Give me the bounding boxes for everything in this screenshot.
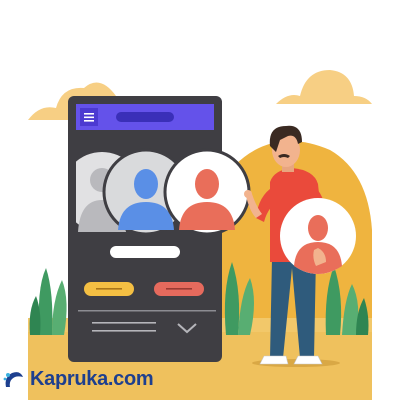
plants-left bbox=[29, 268, 67, 335]
menu-icon[interactable] bbox=[80, 108, 98, 126]
text-line bbox=[92, 322, 156, 324]
illustration-scene bbox=[28, 70, 372, 400]
profile-name-bar bbox=[110, 246, 180, 258]
cloud-right bbox=[276, 70, 372, 104]
decline-pill-button[interactable] bbox=[154, 282, 204, 296]
search-bar[interactable] bbox=[116, 112, 174, 122]
watermark-text: Kapruka.com bbox=[30, 367, 154, 390]
kapruka-watermark: Kapruka.com bbox=[2, 364, 154, 394]
text-line bbox=[92, 330, 156, 332]
divider bbox=[78, 310, 216, 312]
accept-pill-button[interactable] bbox=[84, 282, 134, 296]
profile-carousel[interactable] bbox=[62, 148, 251, 236]
phone-mockup bbox=[62, 96, 251, 362]
kapruka-logo-icon bbox=[3, 372, 23, 387]
